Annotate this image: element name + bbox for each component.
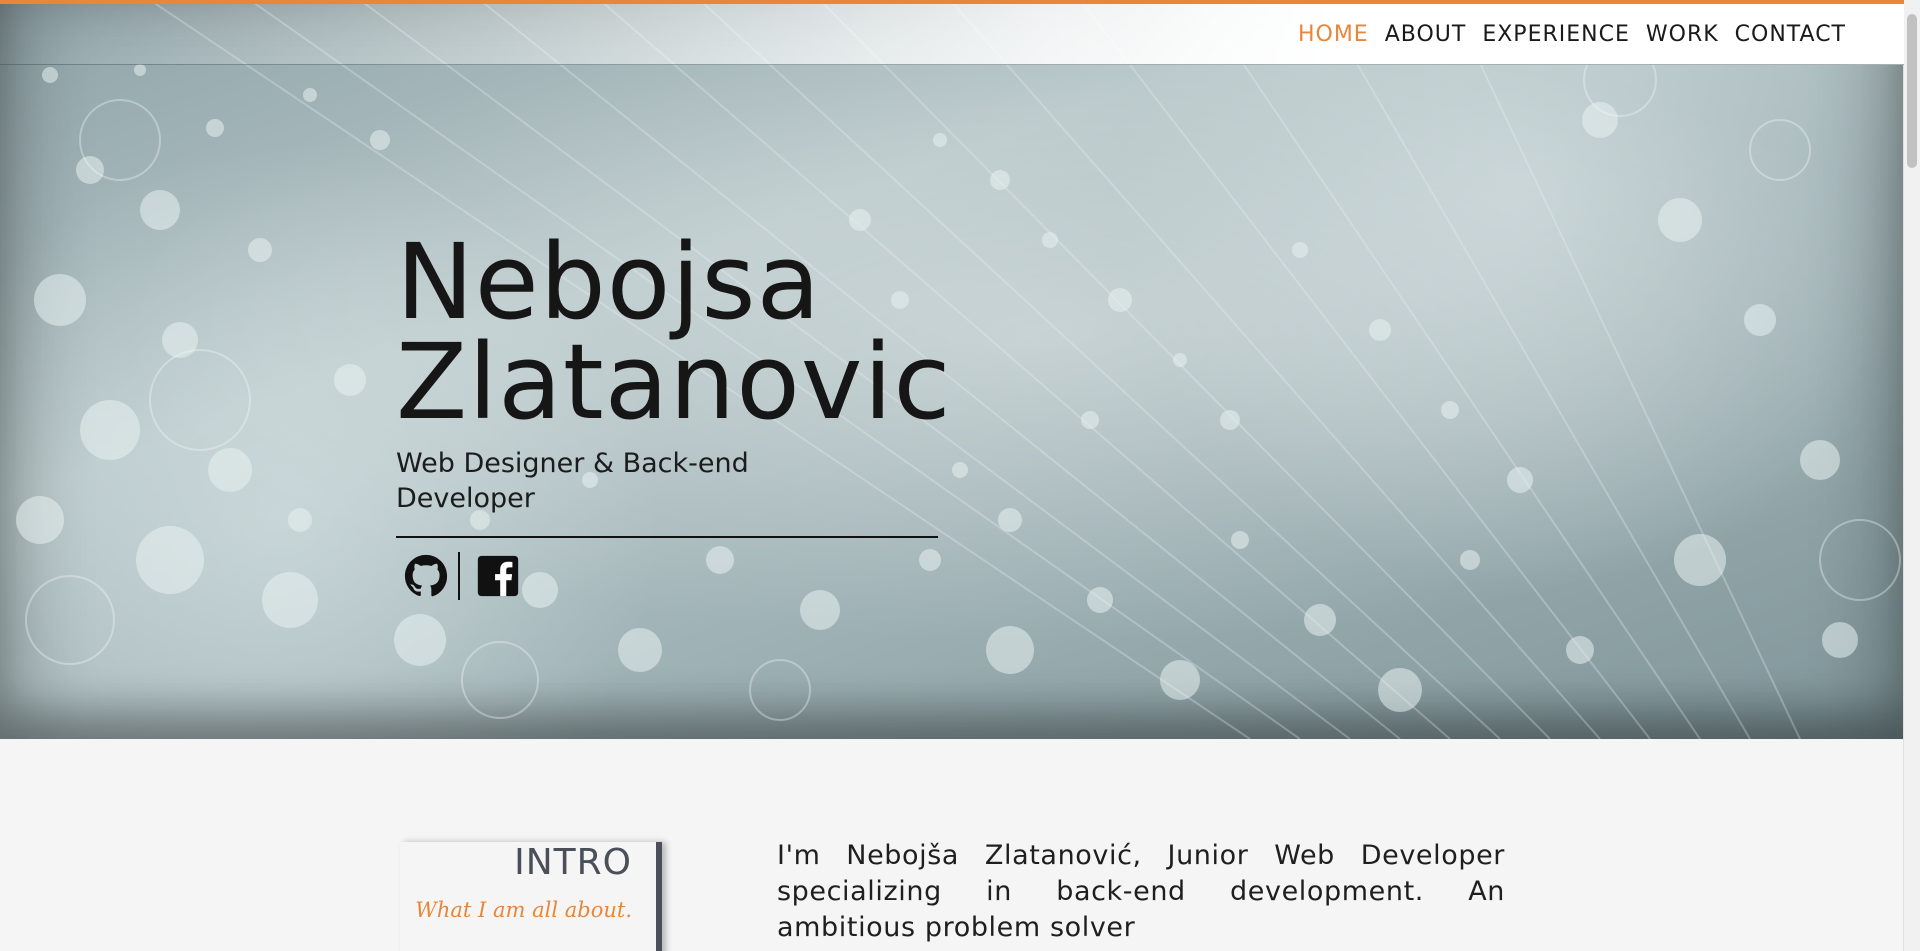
hero-name: Nebojsa Zlatanovic [396,221,952,443]
scrollbar-thumb[interactable] [1907,14,1917,168]
nav-item-home[interactable]: HOME [1298,22,1369,48]
nav-item-work[interactable]: WORK [1646,22,1719,48]
intro-body-text: I'm Nebojša Zlatanović, Junior Web Devel… [777,840,1505,943]
navbar: HOME ABOUT EXPERIENCE WORK CONTACT [0,4,1904,65]
nav-item-about[interactable]: ABOUT [1385,22,1467,48]
github-link[interactable] [404,554,448,598]
intro-title: INTRO [514,842,632,883]
social-links [404,552,1096,600]
vertical-scrollbar[interactable] [1903,0,1920,951]
nav-item-contact[interactable]: CONTACT [1735,22,1846,48]
hero-divider [396,536,938,538]
hero-content: Nebojsa Zlatanovic Web Designer & Back-e… [396,221,1096,600]
hero-subtitle: Web Designer & Back-end Developer [396,448,749,514]
intro-heading-block: INTRO What I am all about. [400,842,662,951]
page: HOME ABOUT EXPERIENCE WORK CONTACT Neboj… [0,0,1920,951]
nav-menu: HOME ABOUT EXPERIENCE WORK CONTACT [1298,22,1846,48]
social-separator [458,552,460,600]
github-icon [404,554,448,597]
facebook-link[interactable] [476,554,520,598]
top-accent-line [0,0,1904,4]
intro-tagline: What I am all about. [415,898,632,922]
nav-item-experience[interactable]: EXPERIENCE [1482,22,1630,48]
facebook-icon [477,555,519,597]
